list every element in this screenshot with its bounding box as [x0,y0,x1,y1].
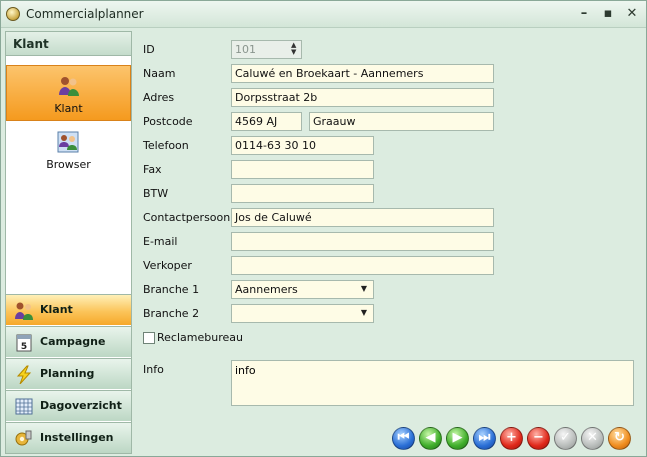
sidebar-item-browser[interactable]: Browser [6,122,131,178]
fax-field[interactable] [231,160,374,179]
adres-label: Adres [143,91,175,104]
id-label: ID [143,43,155,56]
telefoon-field[interactable]: 0114-63 30 10 [231,136,374,155]
first-icon: ⏮ [397,430,410,445]
sidebar: Klant Klant Browser Klant 5 Campagne Pla… [5,31,132,454]
next-record-button[interactable]: ▶ [446,427,469,450]
nav-label: Campagne [40,335,106,348]
adres-field[interactable]: Dorpsstraat 2b [231,88,494,107]
calendar-icon: 5 [16,334,32,352]
info-textarea[interactable]: info [231,360,634,406]
postcode-field[interactable]: 4569 AJ [231,112,302,131]
save-record-button[interactable]: ✓ [554,427,577,450]
previous-record-button[interactable]: ◀ [419,427,442,450]
last-icon: ⏭ [478,430,491,445]
delete-record-button[interactable]: − [527,427,550,450]
refresh-icon: ↻ [614,430,625,445]
people-icon [15,302,33,320]
app-icon [6,7,20,21]
last-record-button[interactable]: ⏭ [473,427,496,450]
next-icon: ▶ [452,430,463,445]
nav-campagne[interactable]: 5 Campagne [6,326,131,357]
btw-label: BTW [143,187,169,200]
id-field[interactable]: 101 ▲ ▼ [231,40,302,59]
nav-dagoverzicht[interactable]: Dagoverzicht [6,390,131,421]
email-field[interactable] [231,232,494,251]
nav-label: Instellingen [40,431,114,444]
check-icon: ✓ [560,430,571,445]
postcode-label: Postcode [143,115,193,128]
chevron-down-icon[interactable]: ▼ [361,284,367,293]
sidebar-header: Klant [6,32,131,56]
branche1-label: Branche 1 [143,283,200,296]
branche1-select[interactable]: Aannemers ▼ [231,280,374,299]
nav-klant[interactable]: Klant [6,294,131,325]
id-value: 101 [235,43,256,56]
nav-label: Dagoverzicht [40,399,122,412]
btw-field[interactable] [231,184,374,203]
main-window: Commercialplanner – ▪ ✕ Klant Klant Brow… [0,0,647,457]
chevron-down-icon[interactable]: ▼ [361,308,367,317]
naam-field[interactable]: Caluwé en Broekaart - Aannemers [231,64,494,83]
fax-label: Fax [143,163,162,176]
people-grid-icon [57,131,79,153]
info-label: Info [143,363,164,376]
title-bar: Commercialplanner – ▪ ✕ [1,1,646,28]
nav-label: Planning [40,367,95,380]
verkoper-label: Verkoper [143,259,192,272]
telefoon-label: Telefoon [143,139,189,152]
nav-planning[interactable]: Planning [6,358,131,389]
close-button[interactable]: ✕ [624,6,640,22]
people-icon [59,77,79,96]
naam-label: Naam [143,67,176,80]
branche1-value: Aannemers [235,283,298,296]
minimize-button[interactable]: – [576,6,592,22]
plaats-field[interactable]: Graauw [309,112,494,131]
branche2-select[interactable]: ▼ [231,304,374,323]
add-record-button[interactable]: + [500,427,523,450]
close-icon: ✕ [587,430,598,445]
sidebar-item-label: Klant [54,102,83,115]
sidebar-item-label: Browser [46,158,91,171]
reclamebureau-label: Reclamebureau [157,331,243,344]
reclamebureau-checkbox[interactable] [143,332,155,344]
first-record-button[interactable]: ⏮ [392,427,415,450]
plus-icon: + [506,430,517,445]
branche2-label: Branche 2 [143,307,200,320]
contactpersoon-field[interactable]: Jos de Caluwé [231,208,494,227]
sidebar-item-klant[interactable]: Klant [6,65,131,121]
spin-arrows-icon[interactable]: ▲ ▼ [291,42,299,56]
svg-text:5: 5 [21,342,27,352]
refresh-button[interactable]: ↻ [608,427,631,450]
previous-icon: ◀ [425,430,436,445]
minus-icon: − [533,430,544,445]
contactpersoon-label: Contactpersoon [143,211,231,224]
settings-icon [15,430,32,446]
grid-calendar-icon [15,398,33,415]
lightning-icon [16,365,32,384]
nav-instellingen[interactable]: Instellingen [6,422,131,453]
email-label: E-mail [143,235,178,248]
window-title: Commercialplanner [26,7,144,21]
verkoper-field[interactable] [231,256,494,275]
cancel-record-button[interactable]: ✕ [581,427,604,450]
nav-label: Klant [40,303,73,316]
maximize-button[interactable]: ▪ [600,6,616,22]
